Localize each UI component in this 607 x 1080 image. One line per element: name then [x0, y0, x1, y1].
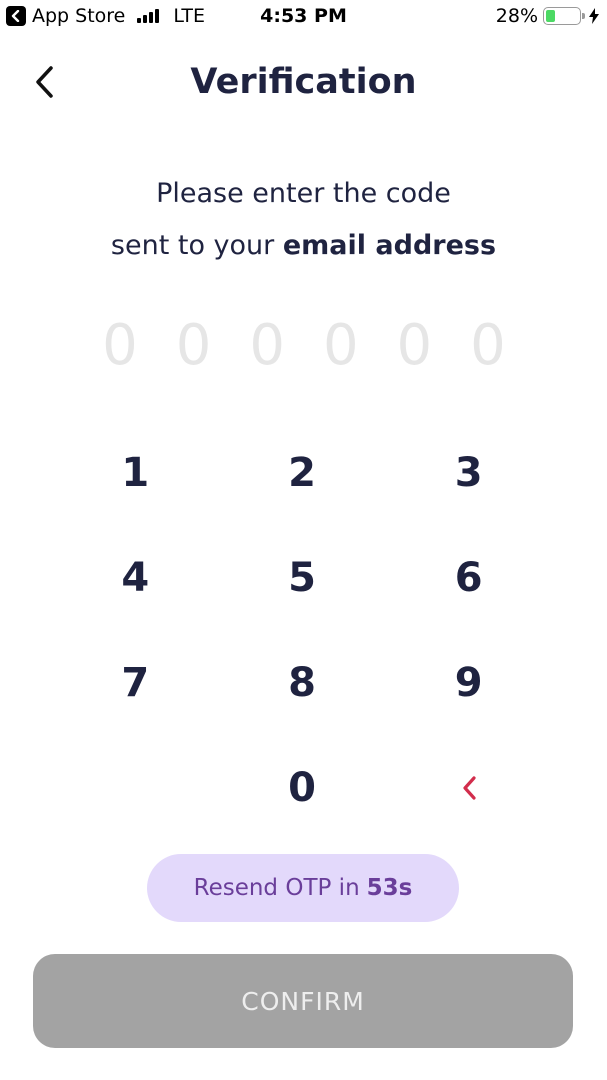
charging-bolt-icon	[589, 8, 599, 24]
verification-screen: App Store LTE 4:53 PM 28% Verification P…	[0, 0, 607, 1080]
battery-level-fill	[546, 10, 555, 22]
instruction-line-2-prefix: sent to your	[110, 230, 275, 261]
key-7[interactable]: 7	[52, 630, 219, 735]
key-2[interactable]: 2	[219, 420, 386, 525]
instruction-text: Please enter the code sent to your email…	[0, 168, 607, 272]
status-bar-right: 28%	[496, 5, 599, 27]
key-1[interactable]: 1	[52, 420, 219, 525]
key-6[interactable]: 6	[385, 525, 552, 630]
otp-digit-4[interactable]: 0	[311, 310, 371, 382]
header: Verification	[0, 50, 607, 114]
otp-input-row[interactable]: 0 0 0 0 0 0	[90, 310, 518, 382]
resend-countdown: 53s	[366, 875, 413, 901]
backspace-chevron-icon	[463, 775, 476, 800]
status-bar: App Store LTE 4:53 PM 28%	[0, 0, 607, 34]
resend-otp-label: Resend OTP in	[193, 875, 360, 901]
otp-digit-6[interactable]: 0	[458, 310, 518, 382]
key-9[interactable]: 9	[385, 630, 552, 735]
key-empty	[52, 735, 219, 840]
instruction-email-address: email address	[282, 230, 497, 261]
battery-percent: 28%	[495, 5, 538, 27]
instruction-line-2: sent to your email address	[0, 220, 607, 272]
key-4[interactable]: 4	[52, 525, 219, 630]
key-3[interactable]: 3	[385, 420, 552, 525]
confirm-button[interactable]: CONFIRM	[33, 954, 573, 1048]
otp-digit-5[interactable]: 0	[384, 310, 444, 382]
otp-digit-2[interactable]: 0	[164, 310, 224, 382]
otp-digit-1[interactable]: 0	[90, 310, 150, 382]
otp-digit-3[interactable]: 0	[237, 310, 297, 382]
resend-otp-button[interactable]: Resend OTP in 53s	[147, 854, 459, 922]
key-5[interactable]: 5	[219, 525, 386, 630]
page-title: Verification	[190, 62, 417, 102]
battery-icon	[543, 7, 585, 25]
key-8[interactable]: 8	[219, 630, 386, 735]
numeric-keypad: 1 2 3 4 5 6 7 8 9 0	[52, 420, 552, 840]
key-0[interactable]: 0	[219, 735, 386, 840]
delete-key[interactable]	[385, 735, 552, 840]
instruction-line-1: Please enter the code	[156, 178, 451, 209]
